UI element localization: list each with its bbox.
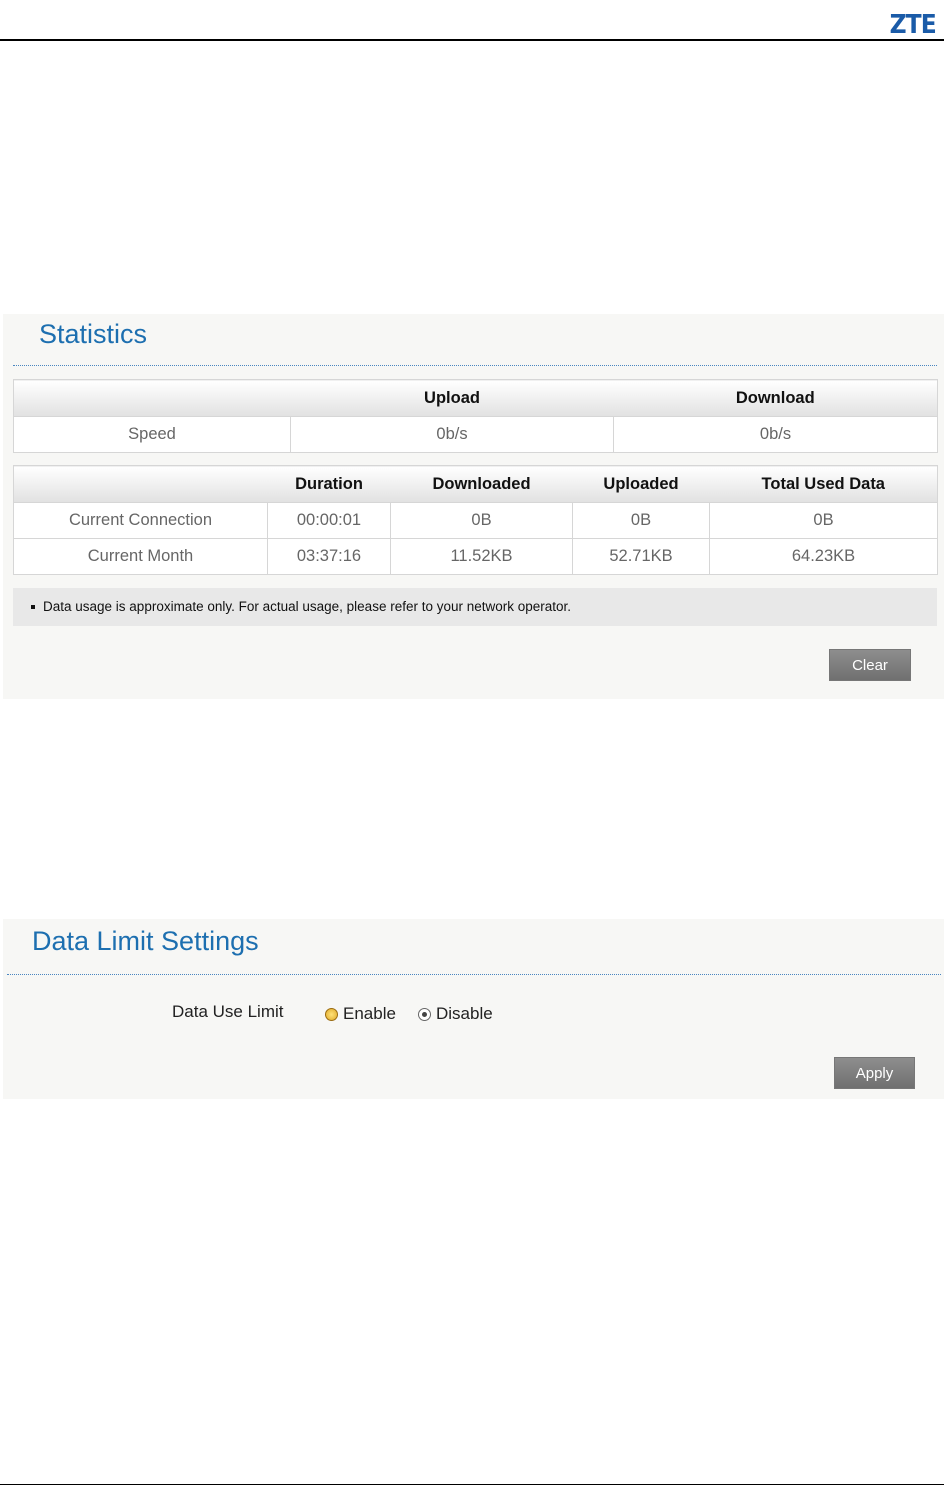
usage-table: Duration Downloaded Uploaded Total Used … [13, 465, 938, 575]
uploaded-cell: 0B [572, 502, 710, 539]
row-label-current-month: Current Month [13, 538, 268, 575]
column-header [13, 379, 291, 417]
row-label-current-connection: Current Connection [13, 502, 268, 539]
total-used-cell: 0B [709, 502, 938, 539]
data-use-limit-label: Data Use Limit [172, 1002, 284, 1021]
apply-button[interactable]: Apply [834, 1057, 915, 1089]
upload-speed-value: 0b/s [290, 416, 614, 453]
table-row: Current Connection 00:00:01 0B 0B 0B [13, 502, 938, 539]
total-used-cell: 64.23KB [709, 538, 938, 575]
statistics-title: Statistics [39, 319, 148, 349]
title-divider [7, 974, 941, 975]
download-speed-value: 0b/s [613, 416, 938, 453]
data-limit-panel: Data Limit Settings Data Use Limit Enabl… [3, 919, 944, 1099]
column-header-uploaded: Uploaded [572, 465, 710, 503]
table-row: Current Month 03:37:16 11.52KB 52.71KB 6… [13, 538, 938, 575]
enable-radio[interactable]: Enable [325, 1004, 396, 1024]
downloaded-cell: 0B [390, 502, 573, 539]
radio-disable-selected-icon[interactable] [418, 1007, 431, 1021]
title-divider [13, 365, 937, 366]
statistics-panel: Statistics Upload Download Speed 0b/s 0b… [3, 314, 944, 699]
row-label-speed: Speed [13, 416, 291, 453]
disable-label: Disable [436, 1004, 493, 1023]
header-rule [0, 39, 944, 41]
enable-label: Enable [343, 1004, 396, 1023]
column-header [13, 465, 268, 503]
uploaded-cell: 52.71KB [572, 538, 710, 575]
duration-cell: 03:37:16 [267, 538, 391, 575]
clear-button[interactable]: Clear [829, 649, 911, 681]
disable-radio[interactable]: Disable [418, 1004, 493, 1024]
footer-rule [0, 1484, 944, 1485]
speed-table: Upload Download Speed 0b/s 0b/s [13, 379, 938, 453]
column-header-download: Download [613, 379, 938, 417]
usage-table-header: Duration Downloaded Uploaded Total Used … [13, 465, 938, 503]
radio-enable-icon[interactable] [325, 1007, 338, 1021]
duration-cell: 00:00:01 [267, 502, 391, 539]
speed-table-header: Upload Download [13, 379, 938, 417]
column-header-downloaded: Downloaded [390, 465, 573, 503]
data-limit-title: Data Limit Settings [32, 926, 259, 956]
usage-note: Data usage is approximate only. For actu… [13, 588, 937, 626]
zte-logo: ZTE [889, 10, 936, 40]
column-header-total-used: Total Used Data [709, 465, 938, 503]
column-header-duration: Duration [267, 465, 391, 503]
downloaded-cell: 11.52KB [390, 538, 573, 575]
table-row: Speed 0b/s 0b/s [13, 416, 938, 453]
column-header-upload: Upload [290, 379, 614, 417]
